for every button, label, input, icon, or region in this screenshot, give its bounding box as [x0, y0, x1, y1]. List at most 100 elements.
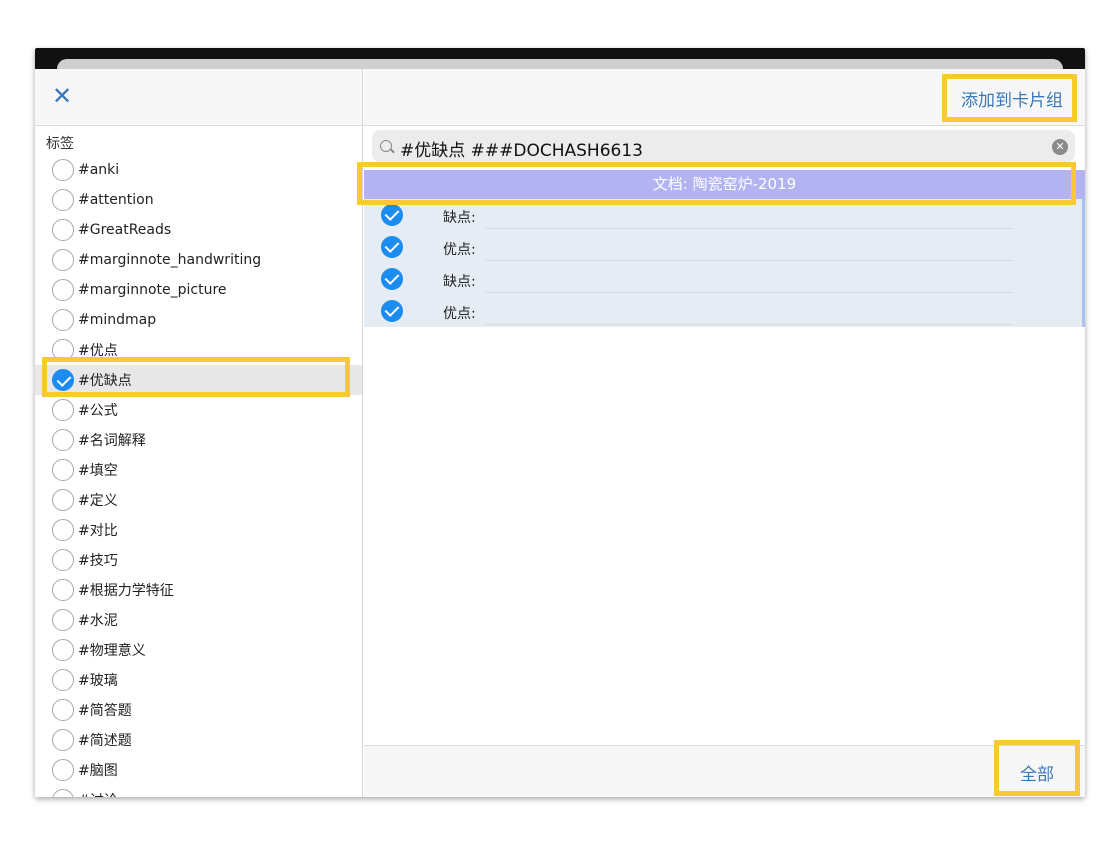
tag-item[interactable]: #GreatReads: [35, 215, 362, 245]
card-panel-footer: 全部: [364, 745, 1085, 797]
card-divider: [485, 292, 1014, 293]
card-checkmark-icon[interactable]: [381, 236, 403, 258]
tag-label: #脑图: [78, 763, 118, 779]
radio-icon[interactable]: [52, 189, 74, 211]
tag-item[interactable]: #公式: [35, 395, 362, 425]
radio-icon[interactable]: [52, 669, 74, 691]
tag-item[interactable]: #根据力学特征: [35, 575, 362, 605]
tag-label: #根据力学特征: [78, 583, 174, 599]
tag-item[interactable]: #定义: [35, 485, 362, 515]
card-checkmark-icon[interactable]: [381, 300, 403, 322]
tag-label: #名词解释: [78, 433, 146, 449]
tag-label: #对比: [78, 523, 118, 539]
tag-label: #技巧: [78, 553, 118, 569]
sidebar-header: ✕: [35, 69, 362, 126]
radio-icon[interactable]: [52, 639, 74, 661]
tag-item[interactable]: #anki: [35, 155, 362, 185]
radio-icon[interactable]: [52, 159, 74, 181]
card-divider: [485, 324, 1014, 325]
card-divider: [485, 228, 1014, 229]
radio-icon[interactable]: [52, 549, 74, 571]
tag-label: #marginnote_picture: [78, 282, 227, 298]
tag-item[interactable]: #简答题: [35, 695, 362, 725]
tag-item[interactable]: #对比: [35, 515, 362, 545]
clear-search-icon[interactable]: ✕: [1052, 139, 1068, 155]
tag-label: #简述题: [78, 733, 132, 749]
card-list: 缺点: 优点: 缺点: 优点:: [364, 199, 1082, 327]
card-panel-header: 添加到卡片组: [364, 69, 1085, 126]
checked-radio-icon[interactable]: [52, 369, 74, 391]
tag-label: #简答题: [78, 703, 132, 719]
tag-label: #物理意义: [78, 643, 146, 659]
tag-item[interactable]: #优点: [35, 335, 362, 365]
radio-icon[interactable]: [52, 219, 74, 241]
radio-icon[interactable]: [52, 429, 74, 451]
tag-item[interactable]: #marginnote_picture: [35, 275, 362, 305]
radio-icon[interactable]: [52, 699, 74, 721]
radio-icon[interactable]: [52, 759, 74, 781]
radio-icon[interactable]: [52, 309, 74, 331]
tag-item[interactable]: #attention: [35, 185, 362, 215]
radio-icon[interactable]: [52, 789, 74, 797]
search-input[interactable]: #优缺点 ###DOCHASH6613: [400, 136, 643, 161]
radio-icon[interactable]: [52, 459, 74, 481]
tag-item[interactable]: #脑图: [35, 755, 362, 785]
tag-item[interactable]: #讨论: [35, 785, 362, 797]
radio-icon[interactable]: [52, 279, 74, 301]
tag-label: #anki: [78, 162, 120, 178]
radio-icon[interactable]: [52, 399, 74, 421]
card-checkmark-icon[interactable]: [381, 204, 403, 226]
tag-label: #填空: [78, 463, 118, 479]
tag-item[interactable]: #技巧: [35, 545, 362, 575]
tag-label: #定义: [78, 493, 118, 509]
tag-label: #mindmap: [78, 312, 157, 328]
card-label: 优点:: [443, 306, 476, 322]
tag-label: #优缺点: [78, 373, 132, 389]
card-row[interactable]: 缺点:: [364, 199, 1082, 231]
radio-icon[interactable]: [52, 489, 74, 511]
tag-label: #marginnote_handwriting: [78, 252, 262, 268]
tag-item[interactable]: #简述题: [35, 725, 362, 755]
tag-label: #优点: [78, 343, 118, 359]
card-panel: 添加到卡片组 #优缺点 ###DOCHASH6613 ✕ 文档: 陶瓷窑炉-20…: [364, 69, 1085, 797]
document-header[interactable]: 文档: 陶瓷窑炉-2019: [364, 170, 1085, 199]
select-all-button[interactable]: 全部: [1020, 760, 1054, 785]
tag-label: #玻璃: [78, 673, 118, 689]
radio-icon[interactable]: [52, 609, 74, 631]
tag-label: #attention: [78, 192, 154, 208]
card-label: 缺点:: [443, 210, 476, 226]
radio-icon[interactable]: [52, 519, 74, 541]
radio-icon[interactable]: [52, 249, 74, 271]
card-row[interactable]: 优点:: [364, 295, 1082, 327]
close-icon[interactable]: ✕: [52, 84, 74, 108]
tag-item[interactable]: #水泥: [35, 605, 362, 635]
card-checkmark-icon[interactable]: [381, 268, 403, 290]
card-row[interactable]: 优点:: [364, 231, 1082, 263]
radio-icon[interactable]: [52, 729, 74, 751]
tag-label: #公式: [78, 403, 118, 419]
tag-item[interactable]: #物理意义: [35, 635, 362, 665]
radio-icon[interactable]: [52, 579, 74, 601]
tag-item[interactable]: #名词解释: [35, 425, 362, 455]
search-icon: [380, 140, 392, 152]
tag-label: #GreatReads: [78, 222, 172, 238]
search-field[interactable]: #优缺点 ###DOCHASH6613 ✕: [372, 130, 1075, 162]
card-label: 优点:: [443, 242, 476, 258]
radio-icon[interactable]: [52, 339, 74, 361]
add-to-card-group-button[interactable]: 添加到卡片组: [961, 86, 1063, 111]
tag-filter-sheet: ✕ 标签 #anki #attention #GreatReads #marginno…: [35, 69, 1085, 797]
tag-item[interactable]: #marginnote_handwriting: [35, 245, 362, 275]
card-row[interactable]: 缺点:: [364, 263, 1082, 295]
card-divider: [485, 260, 1014, 261]
tags-section-title: 标签: [46, 136, 74, 152]
tag-sidebar: ✕ 标签 #anki #attention #GreatReads #marginno…: [35, 69, 363, 797]
tag-list: #anki #attention #GreatReads #marginnote_ha…: [35, 155, 362, 797]
tag-item[interactable]: #玻璃: [35, 665, 362, 695]
tag-label: #水泥: [78, 613, 118, 629]
tag-item[interactable]: #填空: [35, 455, 362, 485]
card-list-scrollbar[interactable]: [1082, 199, 1085, 327]
tag-label: #讨论: [78, 790, 118, 797]
tag-item[interactable]: #mindmap: [35, 305, 362, 335]
card-label: 缺点:: [443, 274, 476, 290]
tag-item[interactable]: #优缺点: [35, 365, 362, 395]
